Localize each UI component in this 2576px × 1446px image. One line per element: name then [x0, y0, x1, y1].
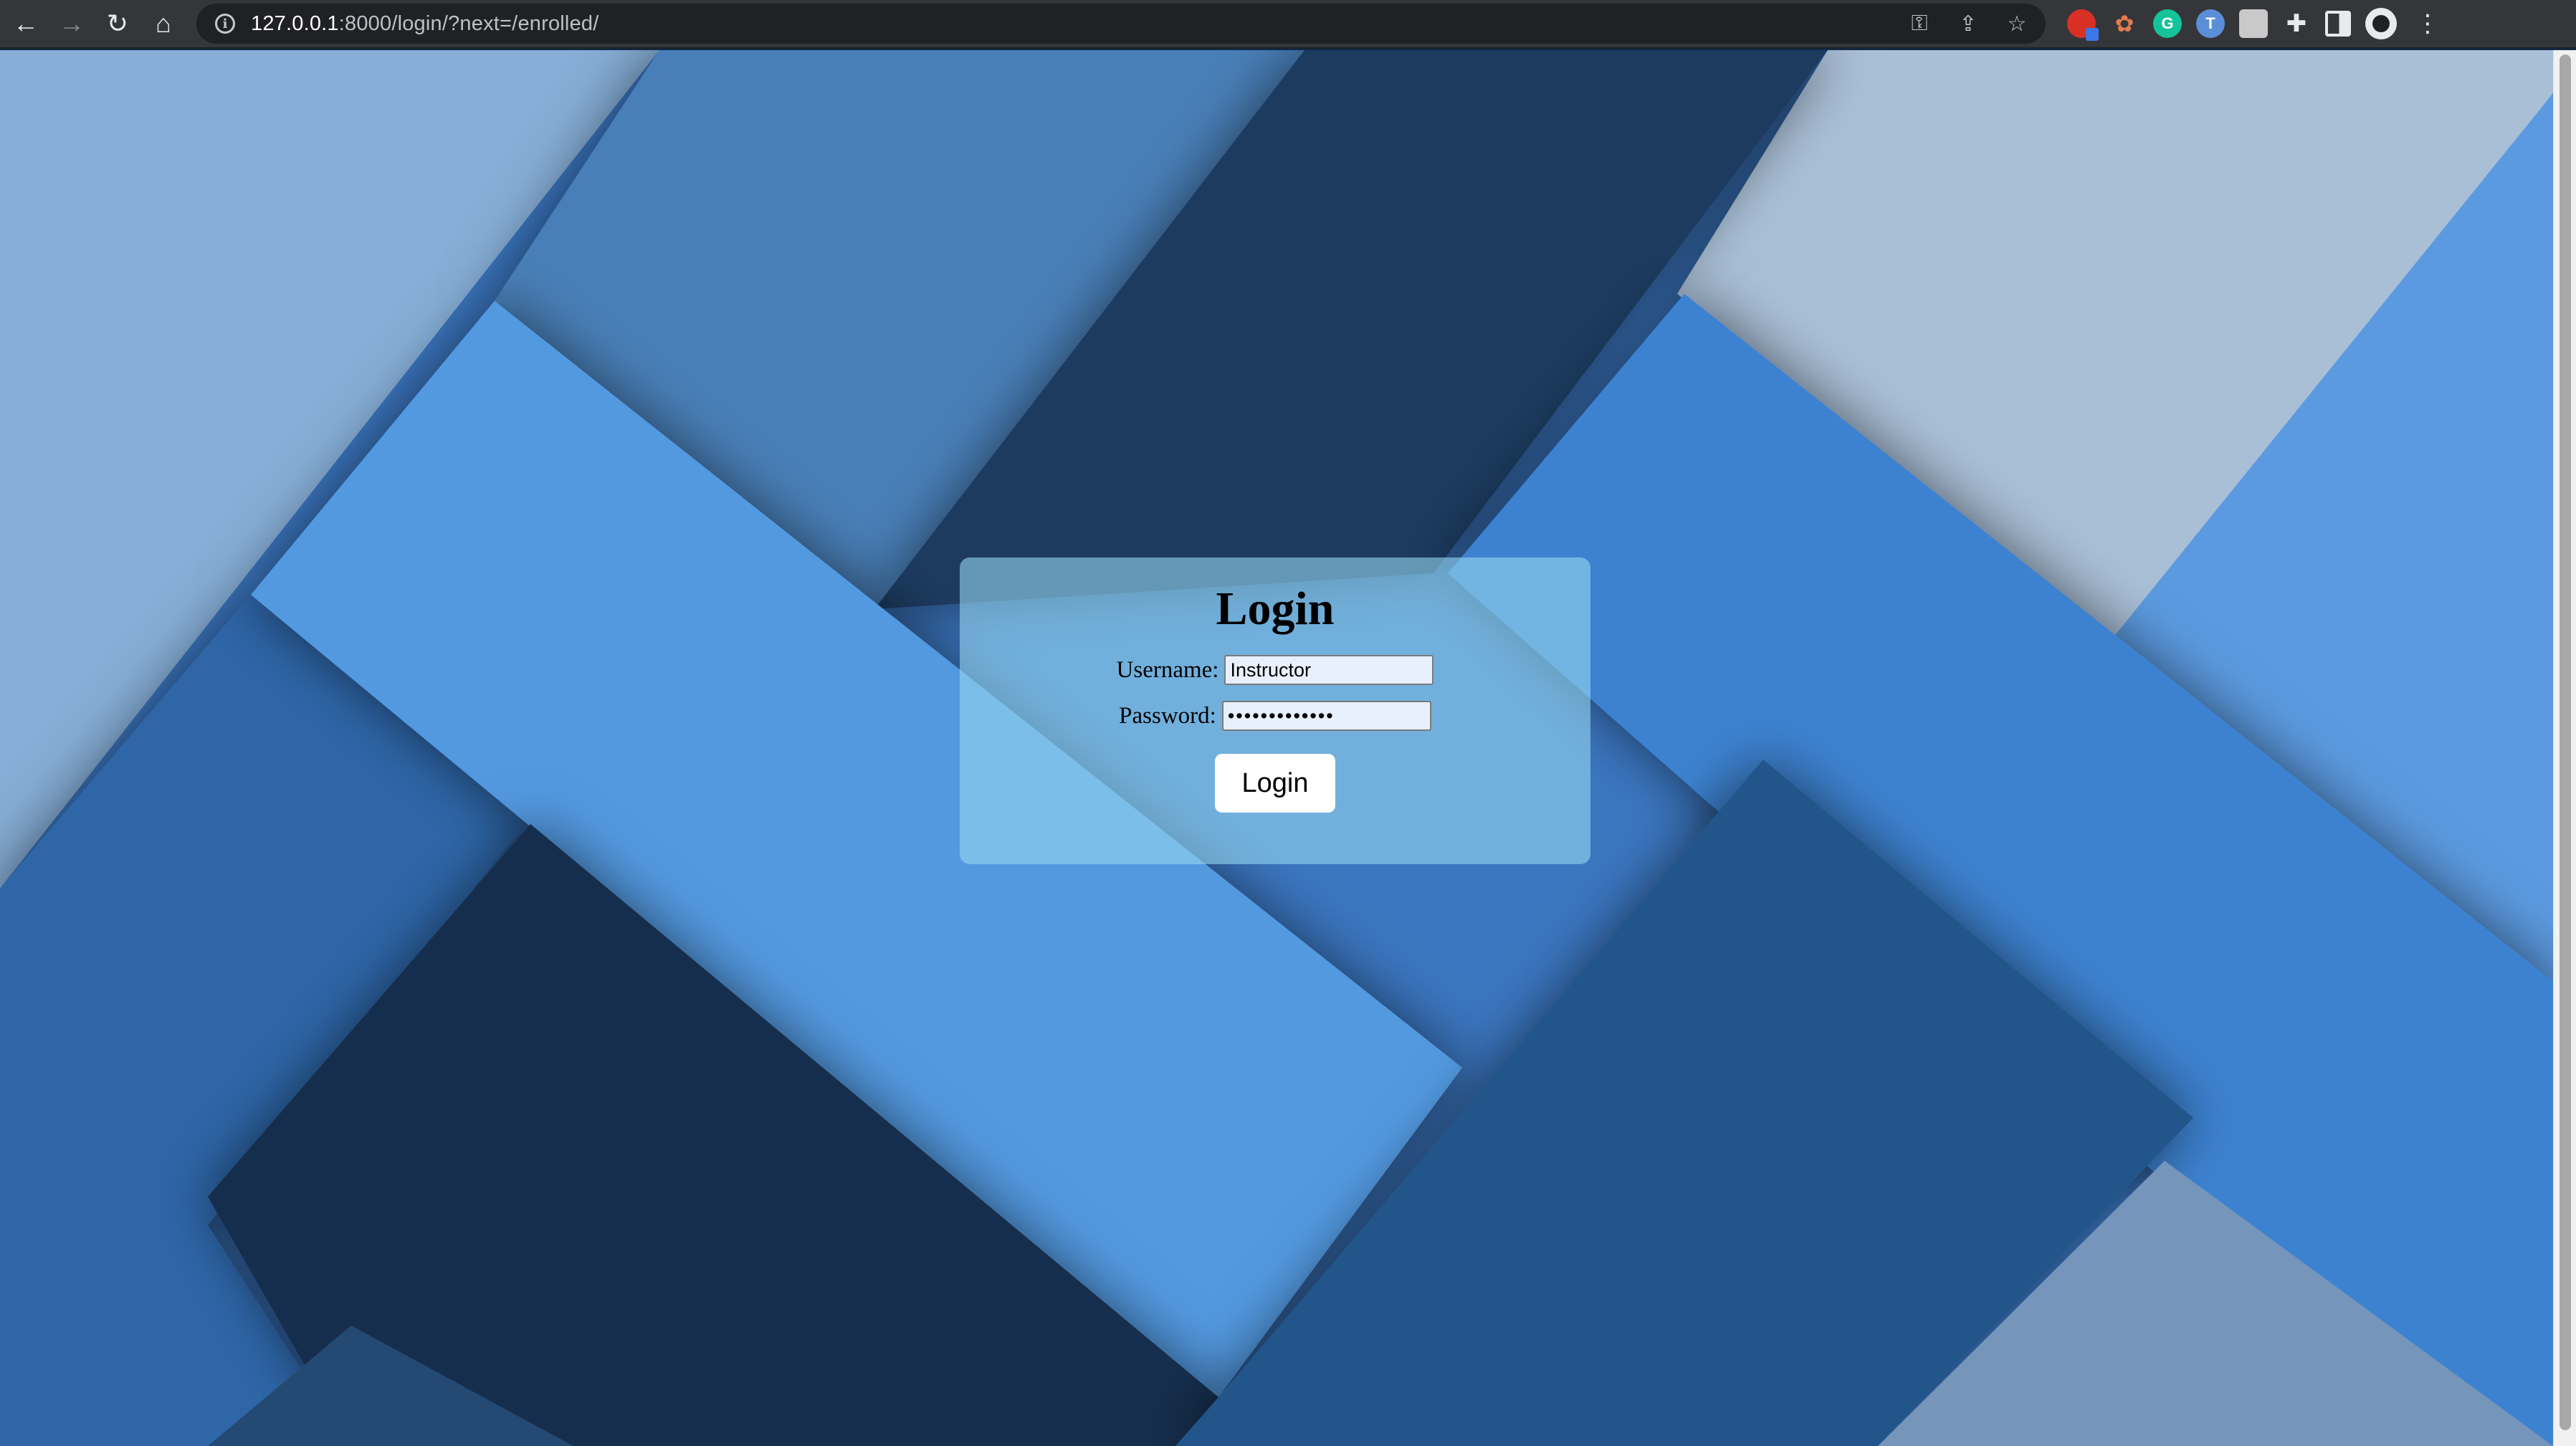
login-title: Login — [1216, 583, 1335, 635]
password-input[interactable] — [1221, 701, 1431, 731]
username-label: Username: — [1116, 656, 1219, 683]
username-row: Username: — [1117, 655, 1434, 685]
username-input[interactable] — [1224, 655, 1434, 685]
omnibox-actions: ⚿ ⇪ ☆ — [1905, 4, 2031, 44]
url-path: :8000/login/?next=/enrolled/ — [338, 11, 599, 35]
puzzle-icon[interactable]: ✚ — [2282, 9, 2311, 38]
site-info-icon[interactable]: i — [215, 14, 235, 34]
extension-2-icon[interactable]: ✿ — [2110, 9, 2139, 38]
scrollbar-thumb[interactable] — [2560, 54, 2571, 1430]
extension-t-icon[interactable]: T — [2196, 9, 2225, 38]
extension-4-icon[interactable] — [2239, 9, 2268, 38]
url-host: 127.0.0.1 — [251, 11, 339, 35]
grammarly-icon[interactable]: G — [2153, 9, 2182, 38]
address-bar[interactable]: i 127.0.0.1:8000/login/?next=/enrolled/ … — [196, 4, 2046, 44]
back-icon[interactable]: ← — [3, 1, 49, 47]
home-icon[interactable]: ⌂ — [140, 1, 186, 47]
extension-1-icon[interactable] — [2067, 9, 2099, 41]
bookmark-star-icon[interactable]: ☆ — [2003, 11, 2031, 37]
password-row: Password: — [1119, 701, 1431, 731]
browser-toolbar: ← → ↻ ⌂ i 127.0.0.1:8000/login/?next=/en… — [0, 0, 2576, 49]
url-text[interactable]: 127.0.0.1:8000/login/?next=/enrolled/ — [251, 12, 598, 36]
extensions-area: ✿ G T ✚ ⋮ — [2067, 8, 2440, 41]
profile-avatar-icon[interactable] — [2365, 8, 2397, 39]
password-label: Password: — [1119, 702, 1216, 729]
reload-icon[interactable]: ↻ — [95, 1, 140, 47]
forward-icon[interactable]: → — [49, 1, 95, 47]
login-button[interactable]: Login — [1215, 754, 1335, 813]
side-panel-icon[interactable] — [2325, 11, 2351, 37]
menu-icon[interactable]: ⋮ — [2415, 9, 2440, 38]
page-scrollbar[interactable] — [2553, 50, 2576, 1446]
login-card: Login Username: Password: Login — [960, 557, 1590, 864]
page-viewport: Login Username: Password: Login — [0, 50, 2553, 1446]
key-icon[interactable]: ⚿ — [1905, 11, 1934, 36]
share-icon[interactable]: ⇪ — [1954, 11, 1983, 37]
